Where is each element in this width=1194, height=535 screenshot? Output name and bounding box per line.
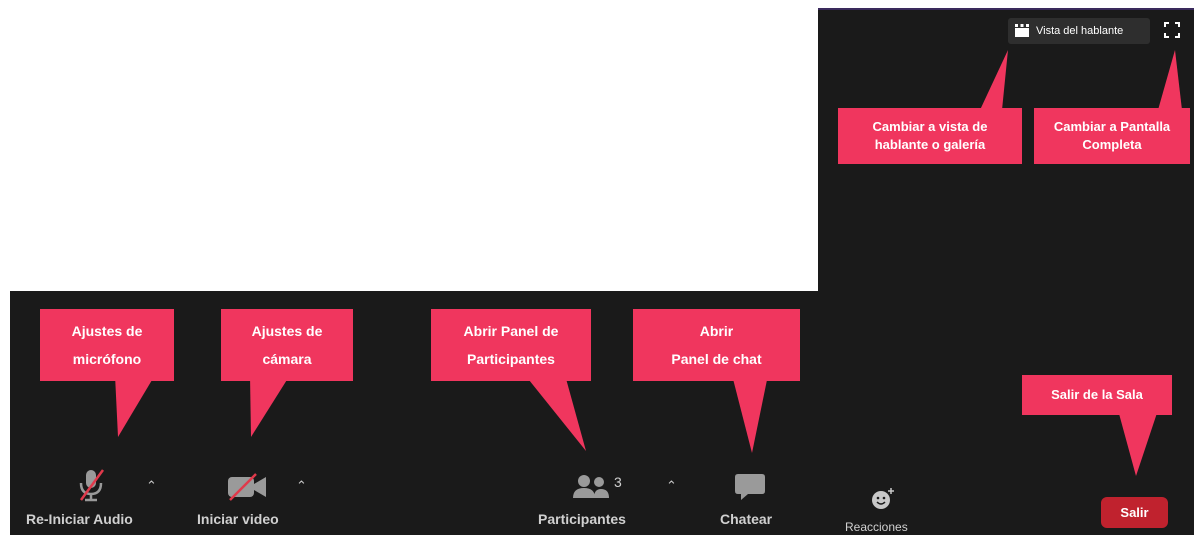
view-callout-line2: hablante o galería bbox=[874, 137, 986, 152]
camera-callout-line1: Ajustes de bbox=[251, 323, 323, 339]
exit-button-label: Salir bbox=[1120, 505, 1149, 520]
exit-callout: Salir de la Sala bbox=[1022, 375, 1172, 415]
chat-icon[interactable] bbox=[734, 472, 766, 502]
audio-options-caret[interactable]: ⌃ bbox=[146, 478, 157, 494]
video-off-icon[interactable] bbox=[224, 472, 268, 502]
view-callout-line1: Cambiar a vista de bbox=[872, 119, 988, 134]
participants-button-label[interactable]: Participantes bbox=[538, 511, 626, 527]
mic-callout-line2: micrófono bbox=[72, 351, 142, 367]
participants-callout-line2: Participantes bbox=[467, 351, 555, 367]
fullscreen-icon[interactable] bbox=[1164, 22, 1180, 38]
chat-callout-line1: Abrir bbox=[699, 323, 734, 339]
reactions-icon[interactable] bbox=[870, 486, 898, 512]
video-button-label[interactable]: Iniciar video bbox=[197, 511, 279, 527]
speaker-view-icon bbox=[1015, 24, 1029, 37]
participants-callout: Abrir Panel de Participantes bbox=[431, 309, 591, 381]
speaker-view-label: Vista del hablante bbox=[1036, 25, 1124, 37]
camera-callout-tail bbox=[250, 375, 290, 437]
exit-button[interactable]: Salir bbox=[1101, 497, 1168, 528]
participants-count: 3 bbox=[614, 474, 622, 490]
video-options-caret[interactable]: ⌃ bbox=[296, 478, 307, 494]
participants-options-caret[interactable]: ⌃ bbox=[666, 478, 677, 494]
participants-callout-tail bbox=[525, 375, 586, 451]
mic-callout-line1: Ajustes de bbox=[71, 323, 143, 339]
reactions-button-label[interactable]: Reacciones bbox=[845, 520, 908, 534]
fullscreen-callout-line1: Cambiar a Pantalla bbox=[1053, 119, 1171, 134]
chat-callout-line2: Panel de chat bbox=[671, 351, 762, 367]
chat-button-label[interactable]: Chatear bbox=[720, 511, 772, 527]
chat-callout-tail bbox=[732, 375, 768, 453]
chat-callout: Abrir Panel de chat bbox=[633, 309, 800, 381]
speaker-view-button[interactable]: Vista del hablante bbox=[1008, 18, 1150, 44]
mic-callout-tail bbox=[115, 375, 155, 437]
audio-button-label[interactable]: Re-Iniciar Audio bbox=[26, 511, 133, 527]
participants-callout-line1: Abrir Panel de bbox=[463, 323, 559, 339]
exit-callout-tail bbox=[1118, 410, 1158, 476]
camera-callout: Ajustes de cámara bbox=[221, 309, 353, 381]
fullscreen-callout: Cambiar a Pantalla Completa bbox=[1034, 108, 1190, 164]
camera-callout-line2: cámara bbox=[262, 351, 312, 367]
exit-callout-label: Salir de la Sala bbox=[1051, 387, 1143, 402]
participants-icon[interactable] bbox=[572, 474, 612, 500]
muted-microphone-icon[interactable] bbox=[76, 468, 106, 502]
mic-callout: Ajustes de micrófono bbox=[40, 309, 174, 381]
fullscreen-callout-line2: Completa bbox=[1082, 137, 1142, 152]
view-callout: Cambiar a vista de hablante o galería bbox=[838, 108, 1022, 164]
